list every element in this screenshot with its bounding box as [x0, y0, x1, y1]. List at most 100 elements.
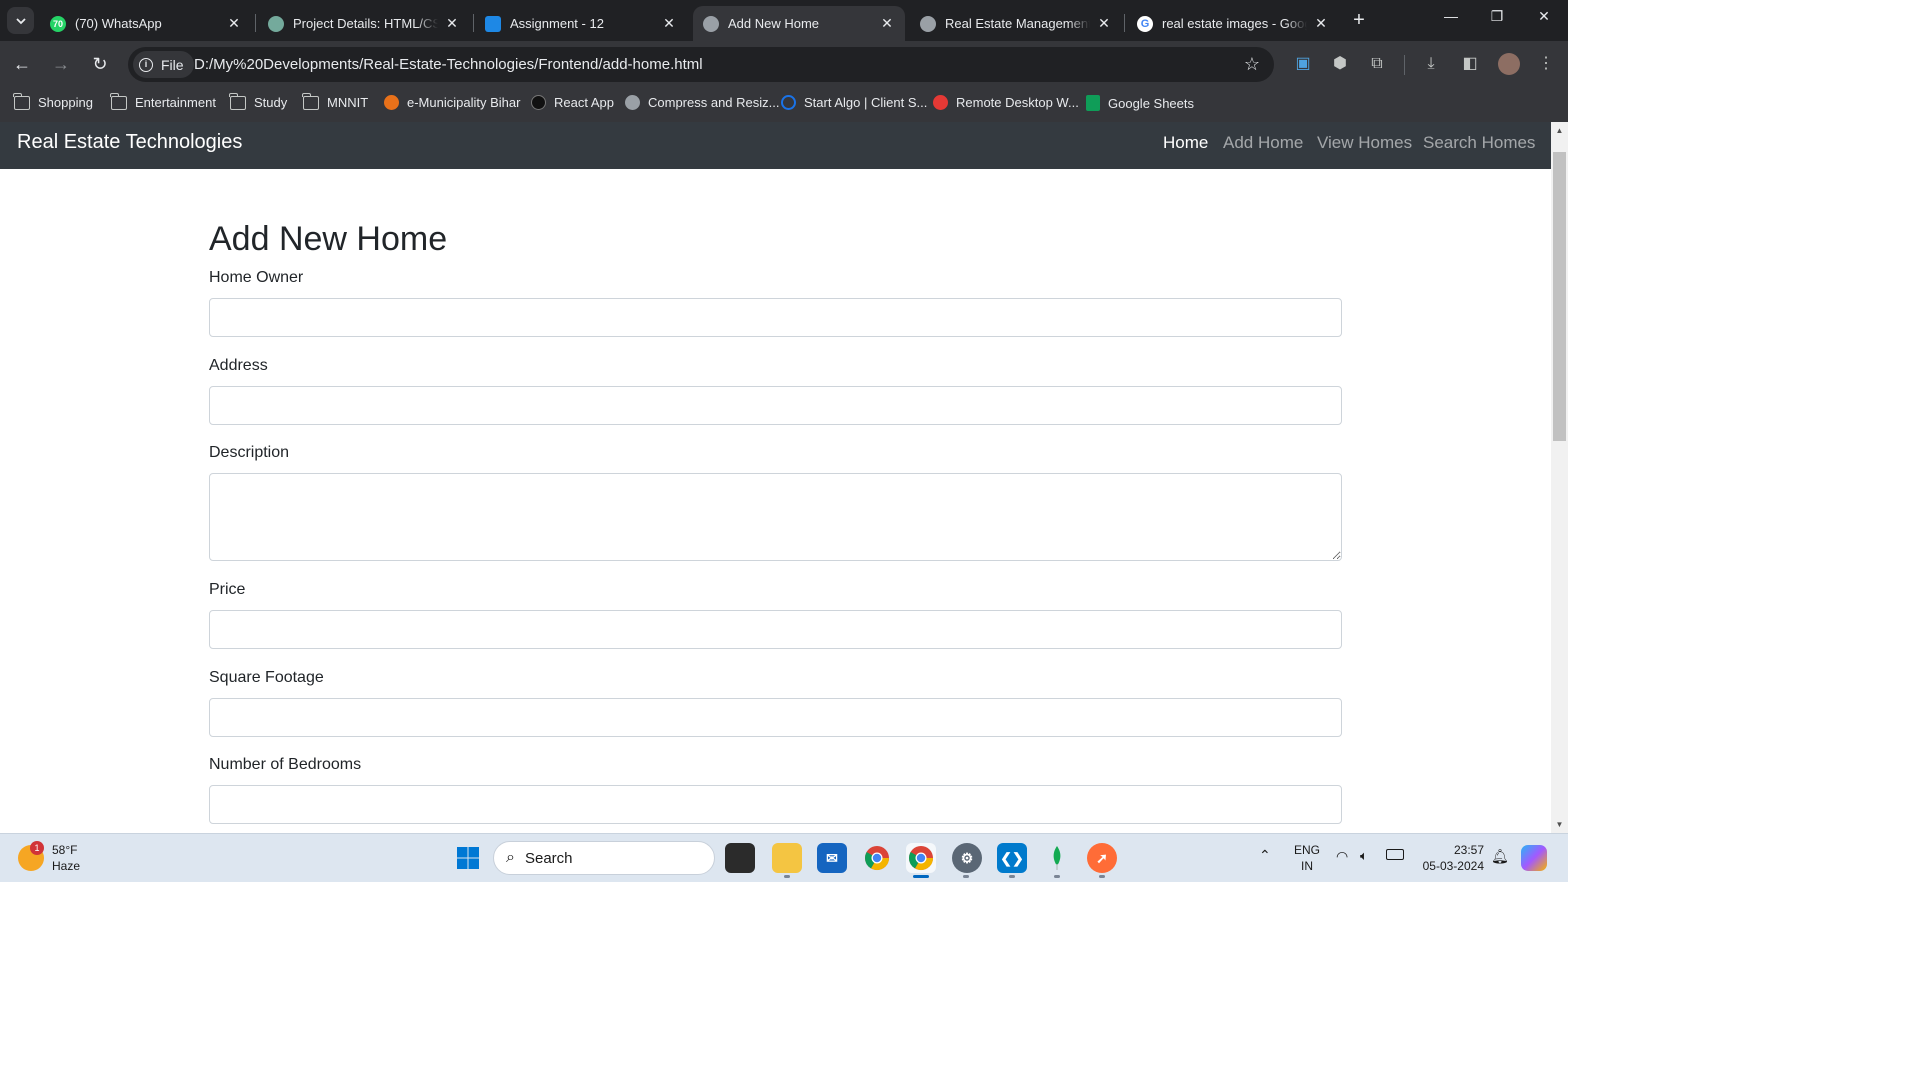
description-textarea[interactable] [209, 473, 1342, 561]
download-icon[interactable]: ⤓ [1421, 54, 1441, 74]
site-icon [781, 95, 796, 110]
bookmark-google-sheets[interactable]: Google Sheets [1086, 95, 1194, 111]
tab-separator [255, 14, 256, 32]
tab-title: (70) WhatsApp [75, 16, 162, 31]
chatgpt-icon [268, 15, 284, 32]
bookmark-label: Entertainment [135, 95, 216, 110]
toolbar-separator [1404, 55, 1405, 75]
bookmark-label: React App [554, 95, 614, 110]
wifi-icon[interactable]: ◠ [1336, 848, 1348, 864]
forward-icon[interactable]: → [49, 52, 73, 76]
folder-icon [110, 92, 127, 110]
menu-dots-icon[interactable]: ⋮ [1536, 54, 1556, 74]
bookmark-shopping[interactable]: Shopping [13, 92, 93, 110]
scroll-down-arrow-icon[interactable]: ▼ [1551, 816, 1568, 833]
address-input[interactable] [209, 386, 1342, 425]
scroll-up-arrow-icon[interactable]: ▲ [1551, 122, 1568, 139]
bedrooms-input[interactable] [209, 785, 1342, 824]
notification-bell-icon[interactable]: 🔔︎ [1491, 848, 1509, 864]
bookmark-react-app[interactable]: React App [531, 95, 614, 110]
bookmark-remote-desktop[interactable]: Remote Desktop W... [933, 95, 1079, 110]
close-tab-icon[interactable]: ✕ [879, 15, 895, 32]
nav-link-search-homes[interactable]: Search Homes [1423, 133, 1535, 153]
bookmark-entertainment[interactable]: Entertainment [110, 92, 216, 110]
vscode-icon[interactable]: ❮❯ [997, 843, 1027, 873]
page-scrollbar[interactable]: ▲ ▼ [1551, 122, 1568, 833]
tab-google-images[interactable]: G real estate images - Googl ✕ [1127, 6, 1339, 41]
nav-link-add-home[interactable]: Add Home [1223, 133, 1303, 153]
bookmark-mnnit[interactable]: MNNIT [302, 92, 368, 110]
postman-icon[interactable]: ➚ [1087, 843, 1117, 873]
settings-icon[interactable]: ⚙ [952, 843, 982, 873]
bookmark-label: Start Algo | Client S... [804, 95, 928, 110]
tab-search-button[interactable] [7, 7, 34, 34]
tab-whatsapp[interactable]: 70 (70) WhatsApp ✕ [40, 6, 252, 41]
back-icon[interactable]: ← [10, 52, 34, 76]
chevron-up-icon[interactable]: ⌃ [1259, 847, 1271, 863]
tab-real-estate-management[interactable]: Real Estate Management S ✕ [910, 6, 1122, 41]
clock-time: 23:57 [1453, 843, 1484, 857]
weather-widget[interactable]: 1 58°F Haze [18, 841, 80, 874]
nav-link-home[interactable]: Home [1163, 133, 1208, 153]
bookmark-compress[interactable]: Compress and Resiz... [625, 95, 780, 110]
nav-link-view-homes[interactable]: View Homes [1317, 133, 1412, 153]
mail-icon[interactable]: ✉ [817, 843, 847, 873]
translate-extension-icon[interactable]: ▣ [1293, 54, 1313, 74]
home-owner-input[interactable] [209, 298, 1342, 337]
terminal-icon[interactable] [725, 843, 755, 873]
description-label: Description [209, 444, 290, 461]
language-indicator[interactable]: ENG IN [1292, 842, 1322, 874]
new-tab-button[interactable]: + [1348, 9, 1370, 31]
scrollbar-thumb[interactable] [1553, 152, 1566, 441]
clock-date: 05-03-2024 [1422, 859, 1484, 873]
reload-icon[interactable]: ↻ [88, 52, 112, 76]
close-tab-icon[interactable]: ✕ [1096, 15, 1112, 32]
react-icon [531, 95, 546, 110]
tab-title: Assignment - 12 [510, 16, 604, 31]
system-clock[interactable]: 23:57 05-03-2024 [1418, 842, 1484, 874]
close-window-icon[interactable]: ✕ [1529, 8, 1559, 25]
close-tab-icon[interactable]: ✕ [1313, 15, 1329, 32]
taskbar-search[interactable]: ⌕ Search [493, 841, 715, 875]
navbar-brand[interactable]: Real Estate Technologies [17, 131, 242, 154]
site-info-chip[interactable]: i File [133, 51, 194, 78]
bookmark-e-municipality[interactable]: e-Municipality Bihar [384, 95, 520, 110]
restore-icon[interactable]: ❐ [1482, 8, 1512, 25]
battery-icon[interactable] [1386, 849, 1404, 860]
windows-start-icon[interactable] [453, 843, 483, 873]
address-bar[interactable]: i File D:/My%20Developments/Real-Estate-… [128, 47, 1274, 82]
mongodb-icon[interactable] [1042, 843, 1072, 873]
chip-label: File [161, 56, 184, 73]
extension-cube-icon[interactable]: ⬢ [1330, 54, 1350, 74]
side-panel-icon[interactable]: ◧ [1460, 54, 1480, 74]
tab-assignment[interactable]: Assignment - 12 ✕ [475, 6, 687, 41]
bookmark-label: Compress and Resiz... [648, 95, 780, 110]
bookmark-start-algo[interactable]: Start Algo | Client S... [781, 95, 927, 110]
extensions-puzzle-icon[interactable]: ⧉ [1367, 54, 1387, 74]
globe-icon [625, 95, 640, 110]
running-indicator [784, 875, 790, 878]
bookmark-star-icon[interactable]: ☆ [1244, 54, 1260, 75]
page-viewport: Real Estate Technologies Home Add Home V… [0, 122, 1551, 833]
profile-avatar[interactable] [1498, 53, 1520, 75]
square-footage-input[interactable] [209, 698, 1342, 737]
minimize-icon[interactable]: — [1436, 8, 1466, 24]
price-input[interactable] [209, 610, 1342, 649]
file-explorer-icon[interactable] [772, 843, 802, 873]
tab-add-new-home[interactable]: Add New Home ✕ [693, 6, 905, 41]
close-tab-icon[interactable]: ✕ [444, 15, 460, 32]
bookmark-study[interactable]: Study [229, 92, 288, 110]
folder-icon [229, 92, 246, 110]
close-tab-icon[interactable]: ✕ [661, 15, 677, 32]
info-icon: i [139, 57, 153, 72]
sheets-icon [1086, 95, 1100, 111]
active-indicator [913, 875, 929, 878]
volume-icon[interactable]: 🔈︎ [1360, 848, 1368, 864]
chrome-active-icon[interactable] [906, 843, 936, 873]
url-text[interactable]: D:/My%20Developments/Real-Estate-Technol… [194, 56, 703, 73]
chrome-icon[interactable] [862, 843, 892, 873]
copilot-icon[interactable] [1521, 845, 1547, 871]
bookmark-label: Study [254, 95, 288, 110]
tab-project-details[interactable]: Project Details: HTML/CSS/ ✕ [258, 6, 470, 41]
close-tab-icon[interactable]: ✕ [226, 15, 242, 32]
